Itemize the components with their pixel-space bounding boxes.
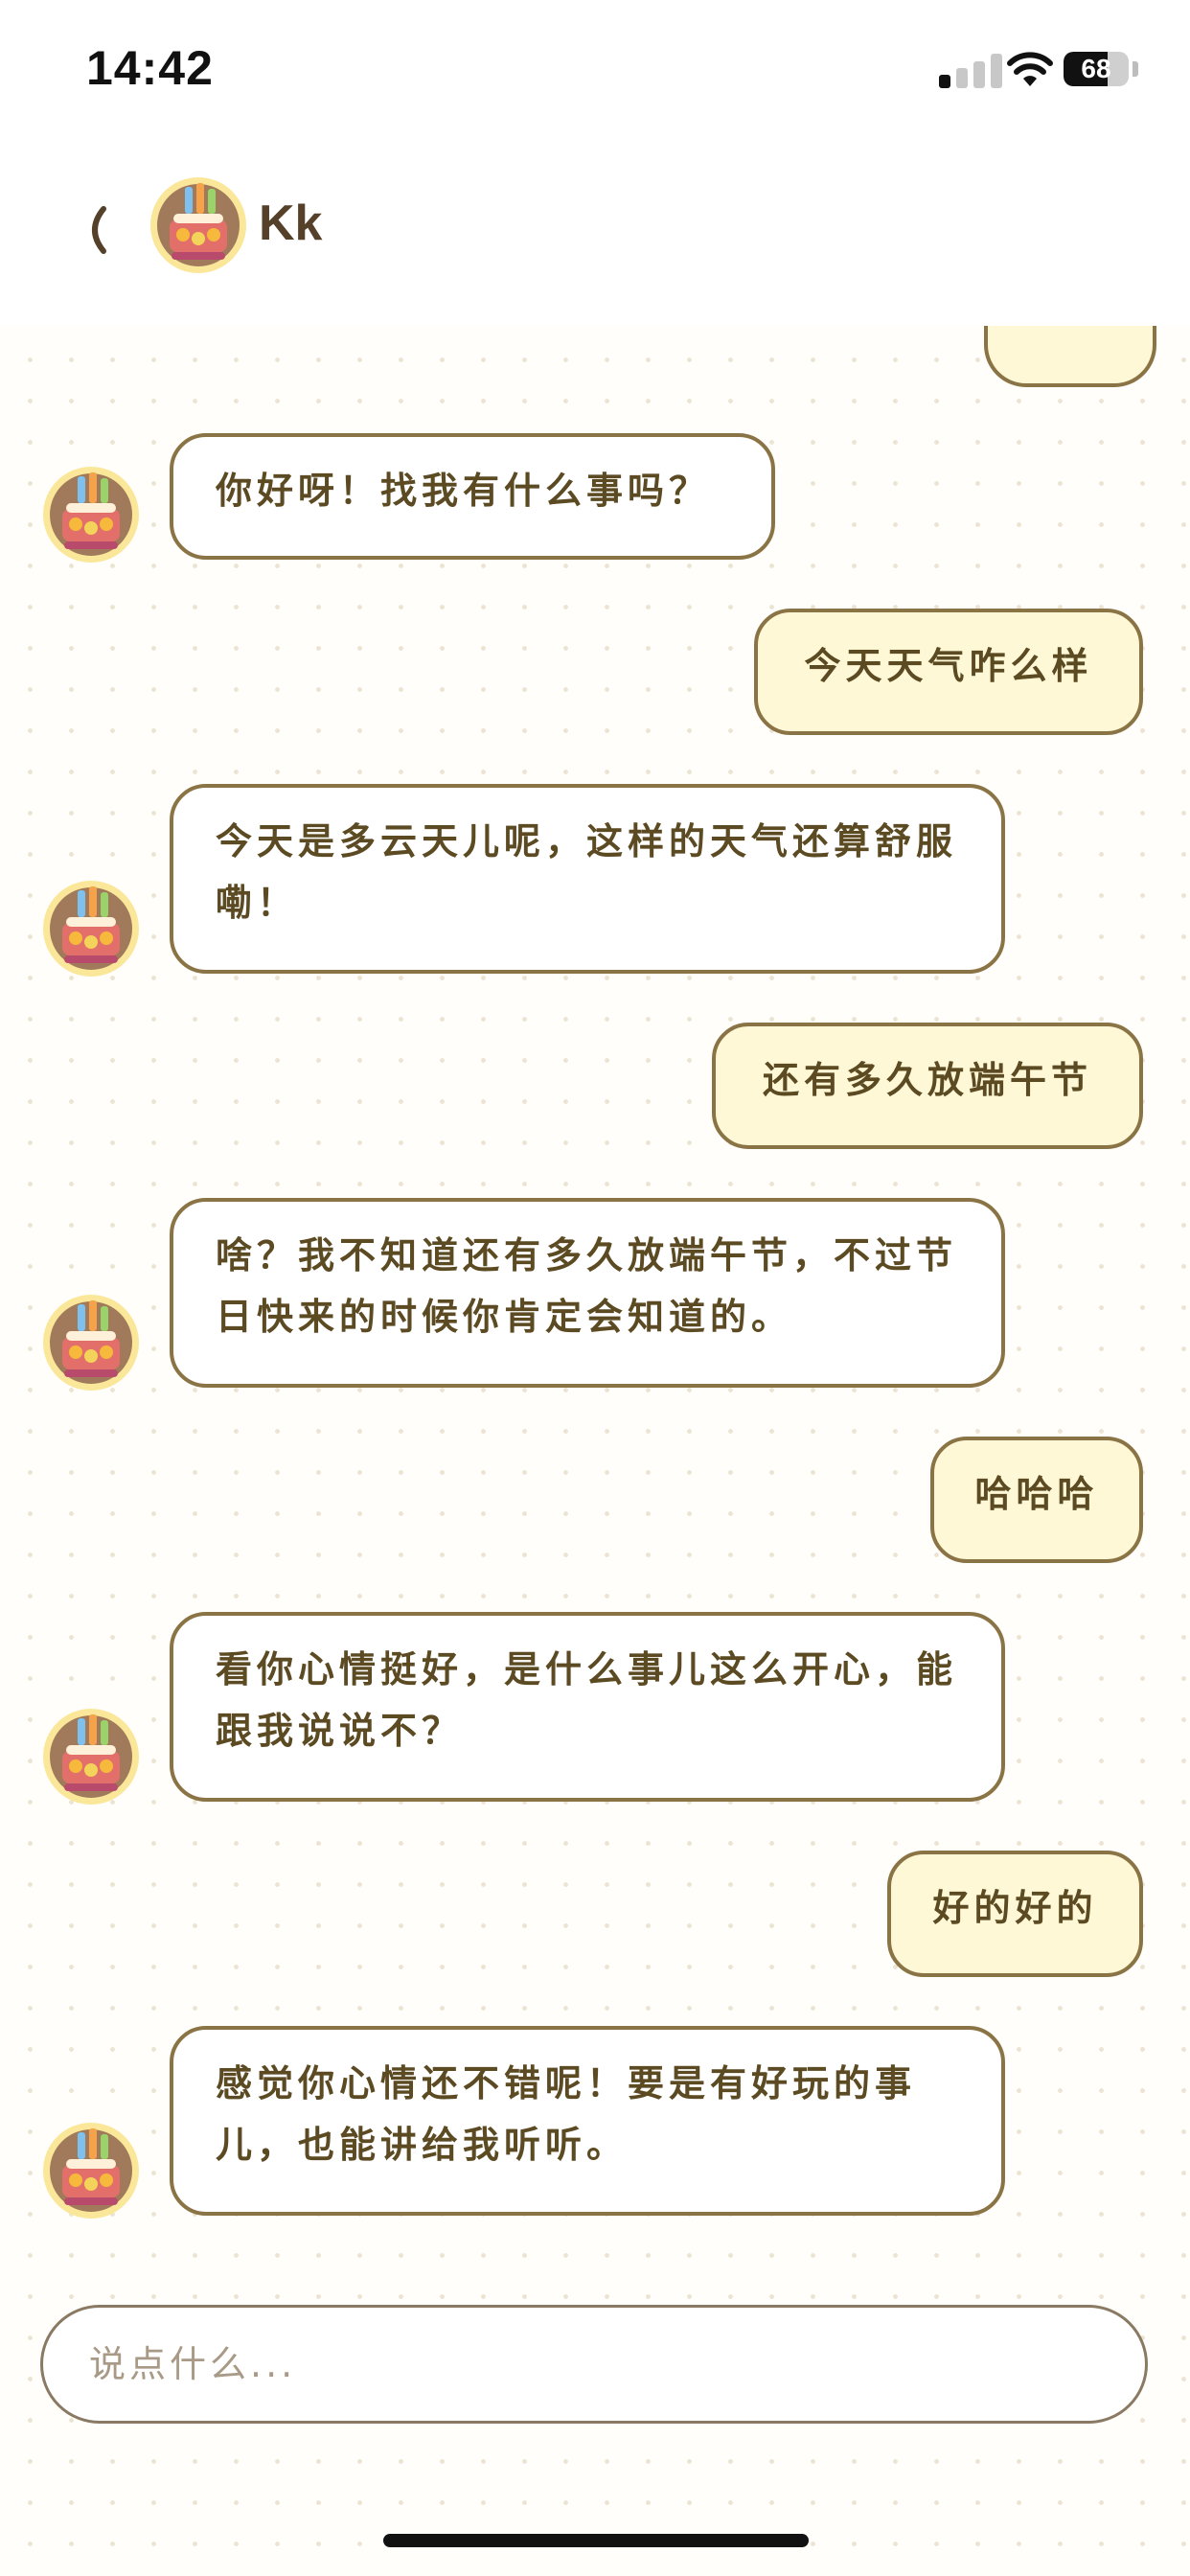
message-bubble-bot: 今天是多云天儿呢，这样的天气还算舒服嘞！ <box>170 784 1005 974</box>
message-bubble-user: 还有多久放端午节 <box>712 1023 1143 1149</box>
message-text: 看你心情挺好，是什么事儿这么开心，能跟我说说不？ <box>216 1648 958 1752</box>
back-arrow-icon <box>92 206 106 254</box>
message-bubble-bot: 啥？我不知道还有多久放端午节，不过节日快来的时候你肯定会知道的。 <box>170 1198 1005 1388</box>
status-time: 14:42 <box>86 41 214 95</box>
cellular-signal-icon <box>939 54 1008 88</box>
message-text: 还有多久放端午节 <box>762 1059 1092 1101</box>
message-input[interactable] <box>43 2308 1145 2421</box>
message-text: 你好呀！找我有什么事吗？ <box>216 470 711 512</box>
bot-avatar[interactable] <box>41 1707 141 1806</box>
status-bar: 14:42 68 <box>0 0 1190 134</box>
message-text: 好的好的 <box>932 1887 1098 1929</box>
message-text: 哈哈哈 <box>974 1473 1099 1515</box>
message-text: 啥？我不知道还有多久放端午节，不过节日快来的时候你肯定会知道的。 <box>216 1234 958 1338</box>
message-bubble-bot: 感觉你心情还不错呢！要是有好玩的事儿，也能讲给我听听。 <box>170 2026 1005 2216</box>
battery-cap <box>1133 61 1138 77</box>
home-indicator[interactable] <box>383 2534 809 2547</box>
bot-avatar[interactable] <box>41 465 141 564</box>
wifi-icon <box>1006 48 1054 88</box>
message-text: 今天天气咋么样 <box>804 645 1093 687</box>
message-bubble-user: 好的好的 <box>887 1851 1143 1977</box>
message-bubble-user: 哈哈哈 <box>930 1437 1143 1563</box>
bot-avatar[interactable] <box>41 879 141 978</box>
message-bubble-bot: 看你心情挺好，是什么事儿这么开心，能跟我说说不？ <box>170 1612 1005 1802</box>
back-button[interactable] <box>67 192 125 268</box>
message-bubble-user-partial <box>984 326 1156 387</box>
bot-avatar[interactable] <box>41 1293 141 1392</box>
message-input-bar <box>40 2305 1148 2424</box>
message-bubble-user: 今天天气咋么样 <box>754 609 1143 735</box>
battery-icon: 68 <box>1064 52 1129 86</box>
message-bubble-bot: 你好呀！找我有什么事吗？ <box>170 433 775 560</box>
contact-avatar[interactable] <box>149 175 248 275</box>
bot-avatar[interactable] <box>41 2121 141 2220</box>
battery-percentage: 68 <box>1081 54 1111 83</box>
message-text: 感觉你心情还不错呢！要是有好玩的事儿，也能讲给我听听。 <box>216 2062 917 2166</box>
message-text: 今天是多云天儿呢，这样的天气还算舒服嘞！ <box>216 820 958 924</box>
chat-header: Kk <box>0 134 1190 326</box>
contact-name: Kk <box>259 196 323 251</box>
